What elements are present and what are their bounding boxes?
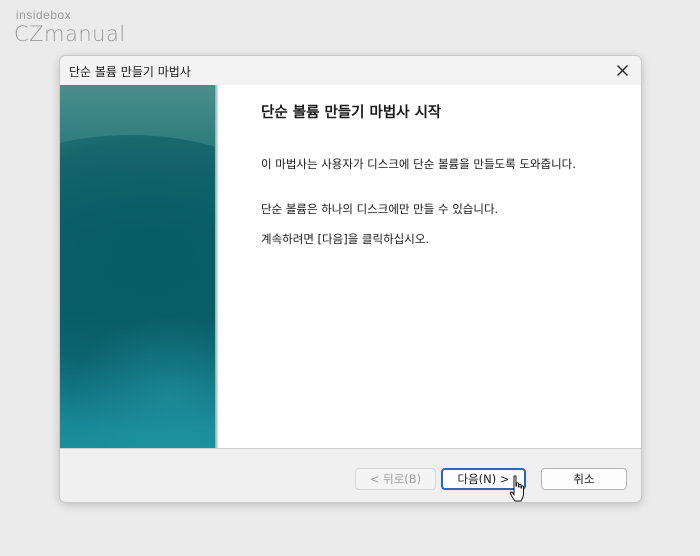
wizard-side-banner <box>60 85 218 448</box>
watermark-bottom-text: CZmanual <box>14 22 126 46</box>
watermark-top-text: insidebox <box>16 8 72 22</box>
wizard-content: 단순 볼륨 만들기 마법사 시작 이 마법사는 사용자가 디스크에 단순 볼륨을… <box>60 85 641 448</box>
window-title: 단순 볼륨 만들기 마법사 <box>69 65 191 79</box>
close-icon <box>616 65 628 76</box>
wizard-heading: 단순 볼륨 만들기 마법사 시작 <box>261 105 442 121</box>
wizard-instruction: 계속하려면 [다음]을 클릭하십시오. <box>261 232 430 246</box>
wizard-note: 단순 볼륨은 하나의 디스크에만 만들 수 있습니다. <box>261 202 499 216</box>
wizard-description: 이 마법사는 사용자가 디스크에 단순 볼륨을 만들도록 도와줍니다. <box>261 157 576 171</box>
back-button[interactable]: < 뒤로(B) <box>355 468 436 490</box>
footer-divider <box>60 448 641 449</box>
title-bar[interactable]: 단순 볼륨 만들기 마법사 <box>60 56 641 85</box>
wizard-dialog: 단순 볼륨 만들기 마법사 단순 볼륨 만들기 마법사 시작 이 마법사는 사용… <box>59 55 642 503</box>
cancel-button[interactable]: 취소 <box>541 468 627 490</box>
close-button[interactable] <box>609 59 635 82</box>
screen: insidebox CZmanual 단순 볼륨 만들기 마법사 단순 볼륨 만… <box>0 0 700 556</box>
hand-cursor-icon <box>509 475 524 502</box>
watermark-logo: insidebox CZmanual <box>14 9 126 45</box>
